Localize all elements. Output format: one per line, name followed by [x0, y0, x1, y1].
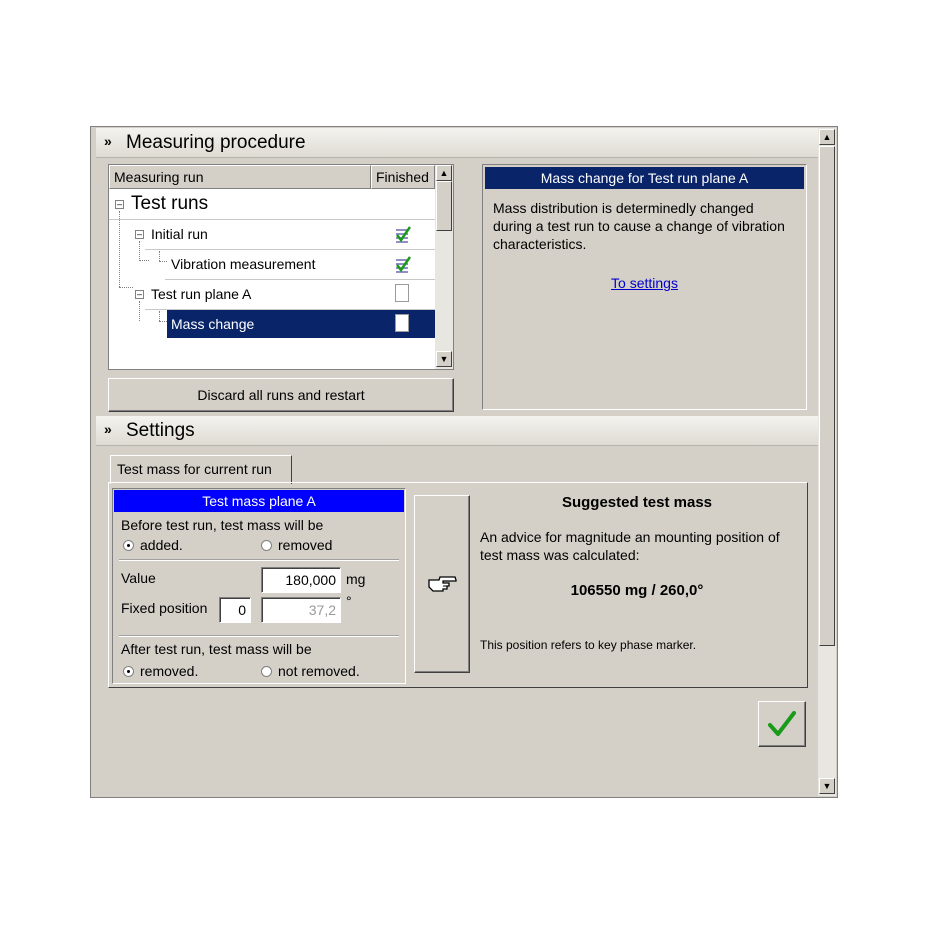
- suggested-test-mass-panel: Suggested test mass An advice for magnit…: [472, 486, 806, 684]
- radio-removed-label: removed: [278, 537, 333, 553]
- radio-not-removed-indicator[interactable]: [261, 666, 272, 677]
- value-label: Value: [121, 570, 156, 586]
- radio-not-removed-label: not removed.: [278, 663, 360, 679]
- settings-header[interactable]: » Settings: [96, 416, 818, 446]
- radio-not-removed[interactable]: not removed.: [261, 663, 360, 679]
- checked-icon: [396, 226, 411, 243]
- radio-removed[interactable]: removed: [261, 537, 332, 553]
- info-panel-text: Mass distribution is determinedly change…: [493, 200, 785, 252]
- collapse-chevron-icon[interactable]: »: [104, 421, 112, 437]
- discard-all-runs-button[interactable]: Discard all runs and restart: [108, 378, 454, 412]
- tree-item-test-run-plane-a[interactable]: Test run plane A: [151, 286, 251, 302]
- confirm-button[interactable]: [758, 701, 806, 747]
- measuring-run-tree[interactable]: Measuring run Finished – Test runs – Ini…: [108, 164, 454, 370]
- radio-after-removed[interactable]: removed.: [123, 663, 198, 679]
- measuring-procedure-title: Measuring procedure: [126, 132, 306, 153]
- collapse-toggle-icon[interactable]: –: [135, 290, 144, 299]
- tree-item-vibration-measurement[interactable]: Vibration measurement: [171, 256, 315, 272]
- value-input[interactable]: 180,000: [261, 567, 341, 593]
- checked-icon: [396, 256, 411, 273]
- scroll-down-icon[interactable]: ▼: [819, 778, 835, 794]
- tree-group-test-runs[interactable]: Test runs: [131, 193, 208, 215]
- tab-test-mass-current-run[interactable]: Test mass for current run: [110, 455, 292, 484]
- fixed-position-label: Fixed position: [121, 600, 208, 616]
- info-panel-header: Mass change for Test run plane A: [485, 167, 804, 189]
- scrollbar-thumb[interactable]: [436, 181, 452, 231]
- document-icon: [395, 314, 409, 332]
- angle-unit: °: [346, 593, 352, 609]
- checkmark-icon: [768, 711, 796, 736]
- radio-added-label: added.: [140, 537, 183, 553]
- tree-item-initial-run[interactable]: Initial run: [151, 226, 208, 242]
- document-icon: [395, 284, 409, 302]
- to-settings-link[interactable]: To settings: [611, 275, 678, 291]
- window-scrollbar[interactable]: ▲ ▼: [818, 128, 836, 796]
- column-measuring-run[interactable]: Measuring run: [109, 165, 371, 189]
- fixed-position-index-input[interactable]: 0: [219, 597, 251, 623]
- suggested-title: Suggested test mass: [561, 494, 713, 511]
- tree-scrollbar[interactable]: ▲ ▼: [435, 165, 453, 369]
- collapse-toggle-icon[interactable]: –: [135, 230, 144, 239]
- scroll-up-icon[interactable]: ▲: [436, 165, 452, 181]
- suggested-note: This position refers to key phase marker…: [480, 638, 697, 652]
- radio-after-removed-label: removed.: [140, 663, 199, 679]
- info-panel: Mass change for Test run plane A Mass di…: [482, 164, 807, 410]
- suggested-text: An advice for magnitude an mounting posi…: [480, 529, 780, 563]
- pointing-hand-icon: [428, 576, 457, 592]
- collapse-toggle-icon[interactable]: –: [115, 200, 124, 209]
- measuring-procedure-header[interactable]: » Measuring procedure: [96, 128, 818, 158]
- suggested-value: 106550 mg / 260,0°: [570, 582, 704, 599]
- collapse-chevron-icon[interactable]: »: [104, 133, 112, 149]
- radio-after-removed-indicator[interactable]: [123, 666, 134, 677]
- test-mass-plane-panel: Test mass plane A Before test run, test …: [112, 488, 406, 684]
- scroll-up-icon[interactable]: ▲: [819, 129, 835, 145]
- radio-added[interactable]: added.: [123, 537, 183, 553]
- settings-title: Settings: [126, 420, 195, 441]
- column-finished[interactable]: Finished: [371, 165, 435, 189]
- before-label: Before test run, test mass will be: [121, 517, 324, 533]
- fixed-angle-input: 37,2: [261, 597, 341, 623]
- tree-item-mass-change[interactable]: Mass change: [171, 316, 254, 332]
- plane-a-header: Test mass plane A: [114, 490, 404, 512]
- radio-added-indicator[interactable]: [123, 540, 134, 551]
- scrollbar-thumb[interactable]: [819, 146, 835, 646]
- apply-suggested-mass-button[interactable]: [414, 495, 470, 673]
- scroll-down-icon[interactable]: ▼: [436, 351, 452, 367]
- value-unit: mg: [346, 571, 366, 587]
- radio-removed-indicator[interactable]: [261, 540, 272, 551]
- after-label: After test run, test mass will be: [121, 641, 312, 657]
